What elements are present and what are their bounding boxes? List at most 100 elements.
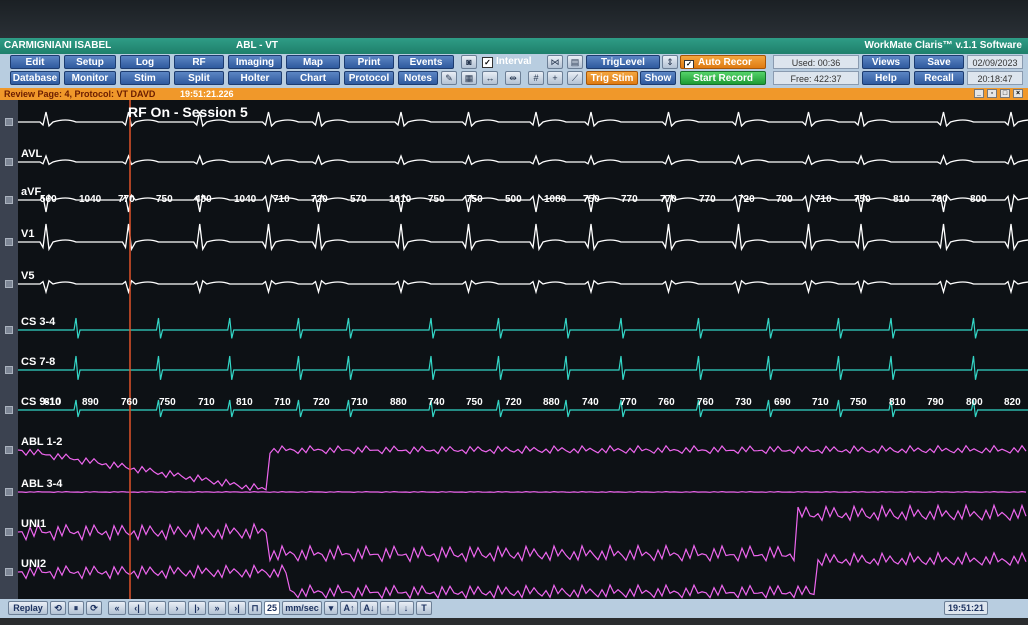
close-icon[interactable]: ×	[1013, 89, 1023, 98]
channel-handle[interactable]	[5, 488, 13, 496]
ruler-icon[interactable]: ⟋	[567, 71, 583, 85]
move-up-icon[interactable]: ↑	[380, 601, 396, 615]
log-button[interactable]: Log	[120, 55, 170, 69]
interval-value: 810	[889, 397, 906, 408]
interval-checkbox[interactable]: ✓ Interval	[482, 55, 532, 69]
events-button[interactable]: Events	[398, 55, 454, 69]
interval-value: 710	[812, 397, 829, 408]
channel-handle[interactable]	[5, 196, 13, 204]
interval-value: 710	[273, 194, 290, 205]
interval-value: 820	[1004, 397, 1021, 408]
help-button[interactable]: Help	[862, 71, 910, 85]
interval-value: 740	[582, 397, 599, 408]
time-readout: 20:18:47	[967, 71, 1023, 85]
pause-icon[interactable]: ⏸	[68, 601, 84, 615]
wave-icon[interactable]: ⋈	[547, 55, 563, 69]
channel-handle[interactable]	[5, 326, 13, 334]
replay-button[interactable]: Replay	[8, 601, 48, 615]
crosshair-icon[interactable]: +	[547, 71, 563, 85]
next-page-icon[interactable]: |›	[188, 601, 206, 615]
holter-button[interactable]: Holter	[228, 71, 282, 85]
auto-record-checkbox[interactable]: ✓	[684, 60, 694, 68]
split-button[interactable]: Split	[174, 71, 224, 85]
end-icon[interactable]: ›|	[228, 601, 246, 615]
title-bar: CARMIGNIANI ISABEL ABL - VT WorkMate Cla…	[0, 38, 1028, 54]
save-button[interactable]: Save	[914, 55, 964, 69]
channel-handle[interactable]	[5, 446, 13, 454]
notes-button[interactable]: Notes	[398, 71, 438, 85]
channel-handle[interactable]	[5, 406, 13, 414]
camera-icon[interactable]: ◙	[461, 55, 477, 69]
step-back-icon[interactable]: ‹	[148, 601, 166, 615]
speed-value[interactable]: 25	[264, 601, 280, 615]
interval-label: Interval	[496, 56, 532, 67]
show-button[interactable]: Show	[640, 71, 676, 85]
v-caliper-icon[interactable]: ⇹	[505, 71, 521, 85]
chart-button[interactable]: Chart	[286, 71, 340, 85]
last-page-icon[interactable]: »	[208, 601, 226, 615]
interval-value: 800	[970, 194, 987, 205]
channel-handle[interactable]	[5, 528, 13, 536]
views-button[interactable]: Views	[862, 55, 910, 69]
cs-3-4-trace	[18, 317, 1028, 339]
edit-button[interactable]: Edit	[10, 55, 60, 69]
first-page-icon[interactable]: «	[108, 601, 126, 615]
minimize-icon[interactable]: _	[974, 89, 984, 98]
speed-dropdown-icon[interactable]: ▾	[324, 601, 338, 615]
recall-button[interactable]: Recall	[914, 71, 964, 85]
forward-icon[interactable]: ⟳	[86, 601, 102, 615]
channel-label: V5	[21, 270, 35, 282]
setup-button[interactable]: Setup	[64, 55, 116, 69]
prev-page-icon[interactable]: ‹|	[128, 601, 146, 615]
increase-gain-icon[interactable]: A↑	[340, 601, 358, 615]
pen-icon[interactable]: ✎	[441, 71, 457, 85]
interval-value: 720	[738, 194, 755, 205]
channel-handle[interactable]	[5, 158, 13, 166]
database-button[interactable]: Database	[10, 71, 60, 85]
patient-name: CARMIGNIANI ISABEL	[4, 40, 112, 51]
rewind-icon[interactable]: ⟲	[50, 601, 66, 615]
ecg-trace-avl	[18, 154, 1028, 166]
channel-label: aVF	[21, 186, 42, 198]
print-button[interactable]: Print	[344, 55, 394, 69]
maximize-icon[interactable]: □	[1000, 89, 1010, 98]
uni1-trace	[18, 503, 1027, 563]
trig-stim-button[interactable]: Trig Stim	[586, 71, 638, 85]
calculator-icon[interactable]: ▤	[567, 55, 583, 69]
interval-value: 810	[236, 397, 253, 408]
interval-value: 810	[893, 194, 910, 205]
text-tool-icon[interactable]: T	[416, 601, 432, 615]
restore-icon[interactable]: ▫	[987, 89, 997, 98]
auto-record-toggle[interactable]: ✓ Auto Recor	[680, 55, 766, 69]
up-down-arrows-icon[interactable]: ⇕	[662, 55, 678, 69]
protocol-button[interactable]: Protocol	[344, 71, 394, 85]
channel-handle[interactable]	[5, 280, 13, 288]
step-forward-icon[interactable]: ›	[168, 601, 186, 615]
grid-icon[interactable]: ▦	[461, 71, 477, 85]
channel-label: ABL 3-4	[21, 478, 63, 490]
ecg-trace-v1	[18, 223, 1028, 252]
multi-caliper-icon[interactable]: #	[528, 71, 544, 85]
interval-value: 800	[966, 397, 983, 408]
decrease-gain-icon[interactable]: A↓	[360, 601, 378, 615]
rf-button[interactable]: RF	[174, 55, 224, 69]
map-button[interactable]: Map	[286, 55, 340, 69]
h-caliper-icon[interactable]: ↔	[482, 71, 498, 85]
lock-icon[interactable]: ⊓	[248, 601, 262, 615]
interval-value: 760	[121, 397, 138, 408]
interval-value: 750	[854, 194, 871, 205]
start-record-button[interactable]: Start Record	[680, 71, 766, 85]
interval-value: 760	[658, 397, 675, 408]
stim-button[interactable]: Stim	[120, 71, 170, 85]
interval-value: 790	[927, 397, 944, 408]
monitor-button[interactable]: Monitor	[64, 71, 116, 85]
channel-handle[interactable]	[5, 568, 13, 576]
triglevel-button[interactable]: TrigLevel	[586, 55, 660, 69]
channel-handle[interactable]	[5, 366, 13, 374]
channel-handle[interactable]	[5, 118, 13, 126]
imaging-button[interactable]: Imaging	[228, 55, 282, 69]
channel-label: AVL	[21, 148, 43, 160]
move-down-icon[interactable]: ↓	[398, 601, 414, 615]
channel-handle[interactable]	[5, 238, 13, 246]
interval-value: 770	[699, 194, 716, 205]
